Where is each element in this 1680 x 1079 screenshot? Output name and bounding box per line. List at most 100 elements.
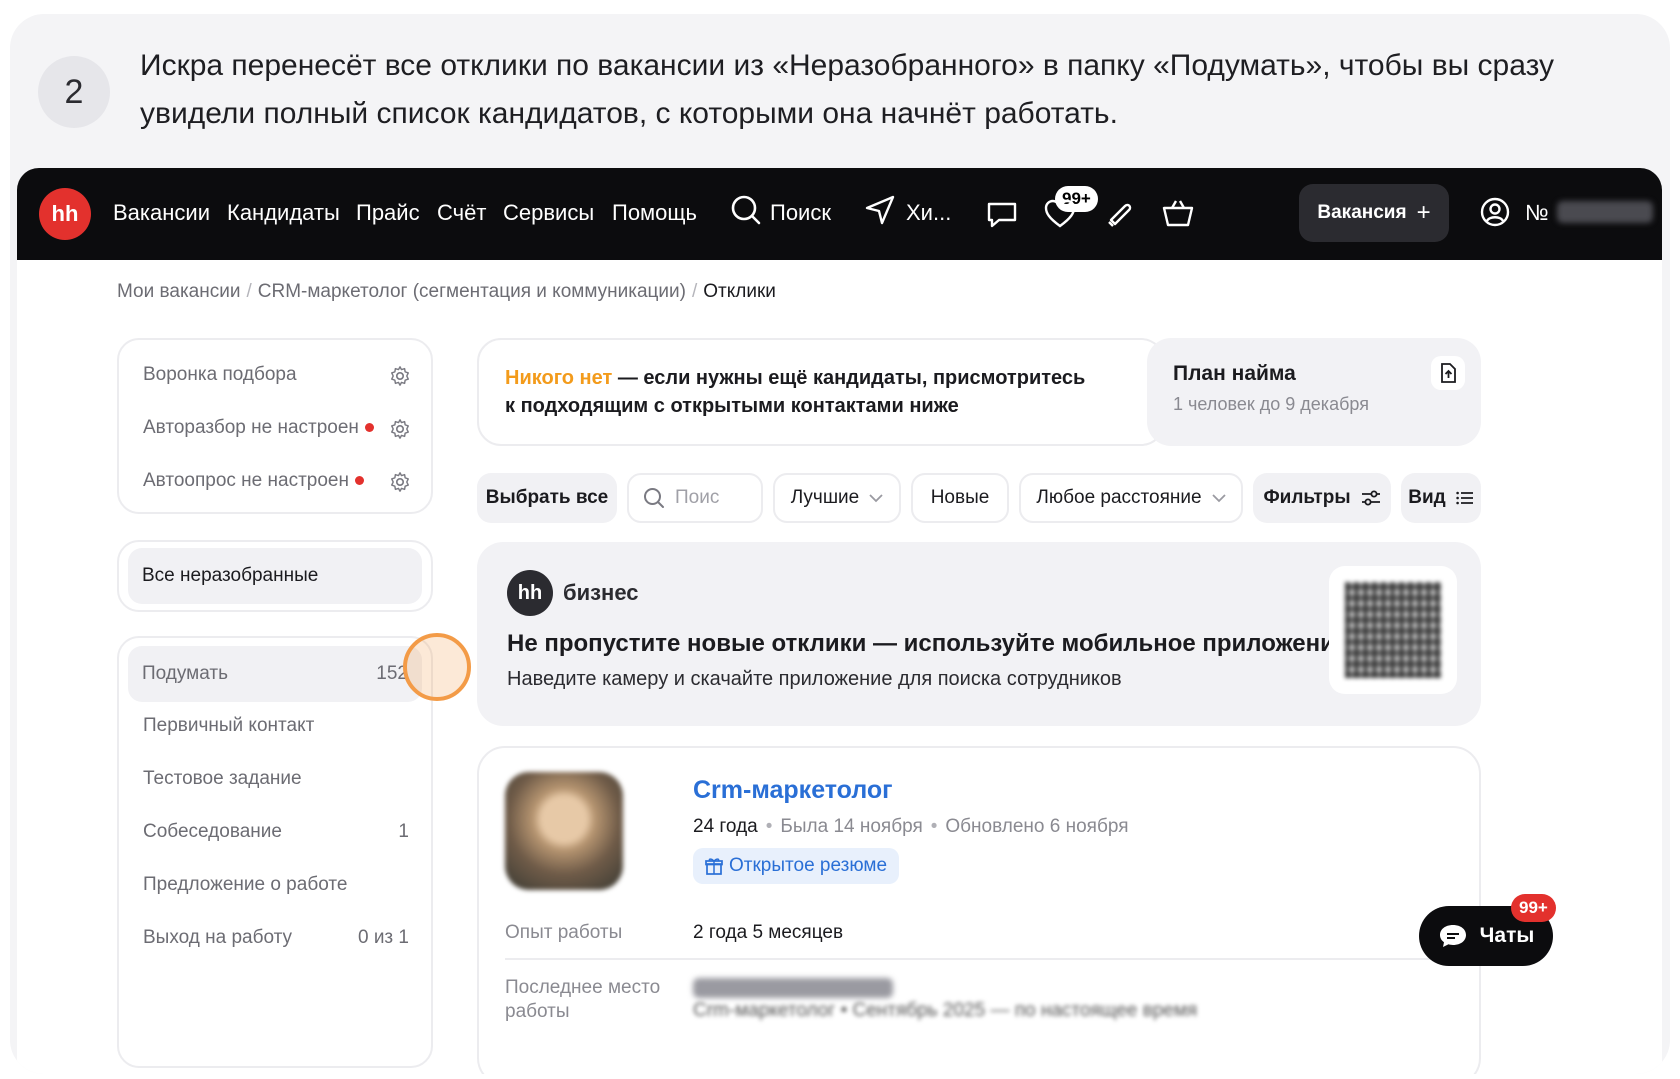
warning-dot [364,423,374,433]
breadcrumb-my-vacancies[interactable]: Мои вакансии [117,281,240,302]
unsorted-label: Все неразобранные [142,565,319,586]
open-resume-badge[interactable]: Открытое резюме [693,848,900,884]
user-avatar-icon[interactable] [1479,196,1511,228]
gear-icon[interactable] [389,365,411,387]
plus-icon: + [1416,199,1431,226]
plan-subtitle: 1 человек до 9 декабря [1173,394,1369,414]
chevron-down-icon [1211,493,1226,502]
export-icon[interactable] [1431,356,1465,390]
notice-line2: к подходящим с открытыми контактами ниже [505,395,959,417]
divider [505,958,1455,960]
promo-subtitle: Наведите камеру и скачайте приложение дл… [507,668,1122,690]
notice-line1: — если нужны ещё кандидаты, присмотритес… [612,367,1086,389]
app-screenshot: hh Вакансии Кандидаты Прайс Счёт Сервисы… [17,168,1662,1074]
autosort-status[interactable]: Авторазбор не настроен [143,417,374,439]
autosurvey-status[interactable]: Автоопрос не настроен [143,470,364,492]
view-button[interactable]: Вид [1401,473,1481,523]
qr-code-image [1345,582,1441,678]
nav-services[interactable]: Сервисы [503,200,594,226]
last-place-label-line1: Последнее место [505,977,661,998]
folder-item-first-contact[interactable]: Первичный контакт [143,715,314,737]
experience-label: Опыт работы [505,922,623,943]
select-all-button[interactable]: Выбрать все [477,473,617,523]
nav-candidates[interactable]: Кандидаты [227,200,340,226]
click-highlight-ring [403,633,471,701]
folder-item-test-task[interactable]: Тестовое задание [143,768,302,790]
account-number-label[interactable]: № [1525,200,1549,226]
heart-icon[interactable] [1043,198,1077,230]
promo-title: Не пропустите новые отклики — используйт… [507,630,1349,657]
folder-label: Подумать [142,663,228,684]
candidate-meta: 24 года • Была 14 ноября • Обновлено 6 ноябр… [693,816,1129,837]
nav-bill[interactable]: Счёт [437,200,486,226]
top-navbar: hh Вакансии Кандидаты Прайс Счёт Сервисы… [17,168,1662,260]
plan-title: План найма [1173,362,1296,385]
gear-icon[interactable] [389,471,411,493]
breadcrumb: Мои вакансии / CRM-маркетолог (сегментация… [117,281,776,302]
warning-dot [354,476,364,486]
new-filter-button[interactable]: Новые [911,473,1009,523]
hiring-plan-card[interactable]: План найма 1 человек до 9 декабря [1147,338,1481,446]
folder-item-onboarding[interactable]: Выход на работу [143,927,292,949]
view-label: Вид [1408,487,1446,508]
create-vacancy-button[interactable]: Вакансия + [1299,184,1449,242]
mobile-app-promo: hh бизнес Не пропустите новые отклики — … [477,542,1481,726]
search-icon [644,488,664,508]
folder-item-offer[interactable]: Предложение о работе [143,874,347,896]
candidate-last-seen: Была 14 ноября [780,816,923,837]
last-place-label: Последнее место работы [505,976,660,1024]
cart-icon[interactable] [1161,198,1195,228]
nav-help[interactable]: Помощь [612,200,697,226]
nav-send-label[interactable]: Хи... [906,200,951,226]
send-icon[interactable] [864,194,896,226]
chat-bubble-icon[interactable] [985,198,1019,230]
gear-icon[interactable] [389,418,411,440]
sliders-icon [1361,490,1380,506]
folders-card: Подумать 152 Первичный контакт Тестовое … [117,636,433,1068]
qr-code [1329,566,1457,694]
experience-value: 2 года 5 месяцев [693,922,844,943]
candidate-age: 24 года [693,816,758,837]
search-input[interactable]: Поис [627,473,763,523]
nav-price[interactable]: Прайс [356,200,420,226]
funnel-settings-card: Воронка подбора Авторазбор не настроен А… [117,338,433,514]
folder-item-think[interactable]: Подумать 152 [128,646,422,702]
filters-button[interactable]: Фильтры [1253,473,1391,523]
account-number-blurred [1557,201,1653,223]
search-placeholder: Поис [675,487,720,508]
folder-count: 1 [398,821,409,842]
last-place-label-line2: работы [505,1001,570,1022]
create-vacancy-label: Вакансия [1317,202,1407,223]
new-filter-label: Новые [930,487,990,508]
bell-icon[interactable] [1103,198,1135,230]
hh-business-logo: hh [507,570,553,616]
sort-label: Лучшие [790,487,860,508]
company-name-blurred [693,978,893,998]
unsorted-card: Все неразобранные [117,540,433,612]
open-resume-label: Открытое резюме [729,855,888,876]
breadcrumb-vacancy[interactable]: CRM-маркетолог (сегментация и коммуникац… [258,281,686,302]
chats-label: Чаты [1479,924,1535,947]
search-icon[interactable] [730,194,762,226]
chats-badge: 99+ [1511,894,1556,922]
autosurvey-label: Автоопрос не настроен [143,470,349,491]
candidate-photo [505,772,623,890]
chat-icon [1439,925,1466,947]
list-icon [1456,491,1473,505]
nav-vacancies[interactable]: Вакансии [113,200,210,226]
step-number: 2 [38,56,110,128]
folder-item-interview[interactable]: Собеседование [143,821,282,843]
sort-dropdown[interactable]: Лучшие [773,473,901,523]
candidate-card[interactable]: Crm-маркетолог 24 года • Была 14 ноября • Об… [477,746,1481,1074]
autosort-label: Авторазбор не настроен [143,417,359,438]
last-place-value: Crm-маркетолог • Сентябрь 2025 — по наст… [693,1000,1198,1021]
tutorial-card: 2 Искра перенесёт все отклики по ваканси… [10,14,1670,1074]
funnel-settings-label[interactable]: Воронка подбора [143,364,297,386]
chevron-down-icon [869,493,883,502]
unsorted-item[interactable]: Все неразобранные [128,548,422,604]
nav-search-label[interactable]: Поиск [770,200,831,226]
candidate-title-link[interactable]: Crm-маркетолог [693,776,893,805]
distance-dropdown[interactable]: Любое расстояние [1019,473,1243,523]
step-description: Искра перенесёт все отклики по вакансии … [140,49,1554,130]
hh-logo[interactable]: hh [39,188,91,240]
